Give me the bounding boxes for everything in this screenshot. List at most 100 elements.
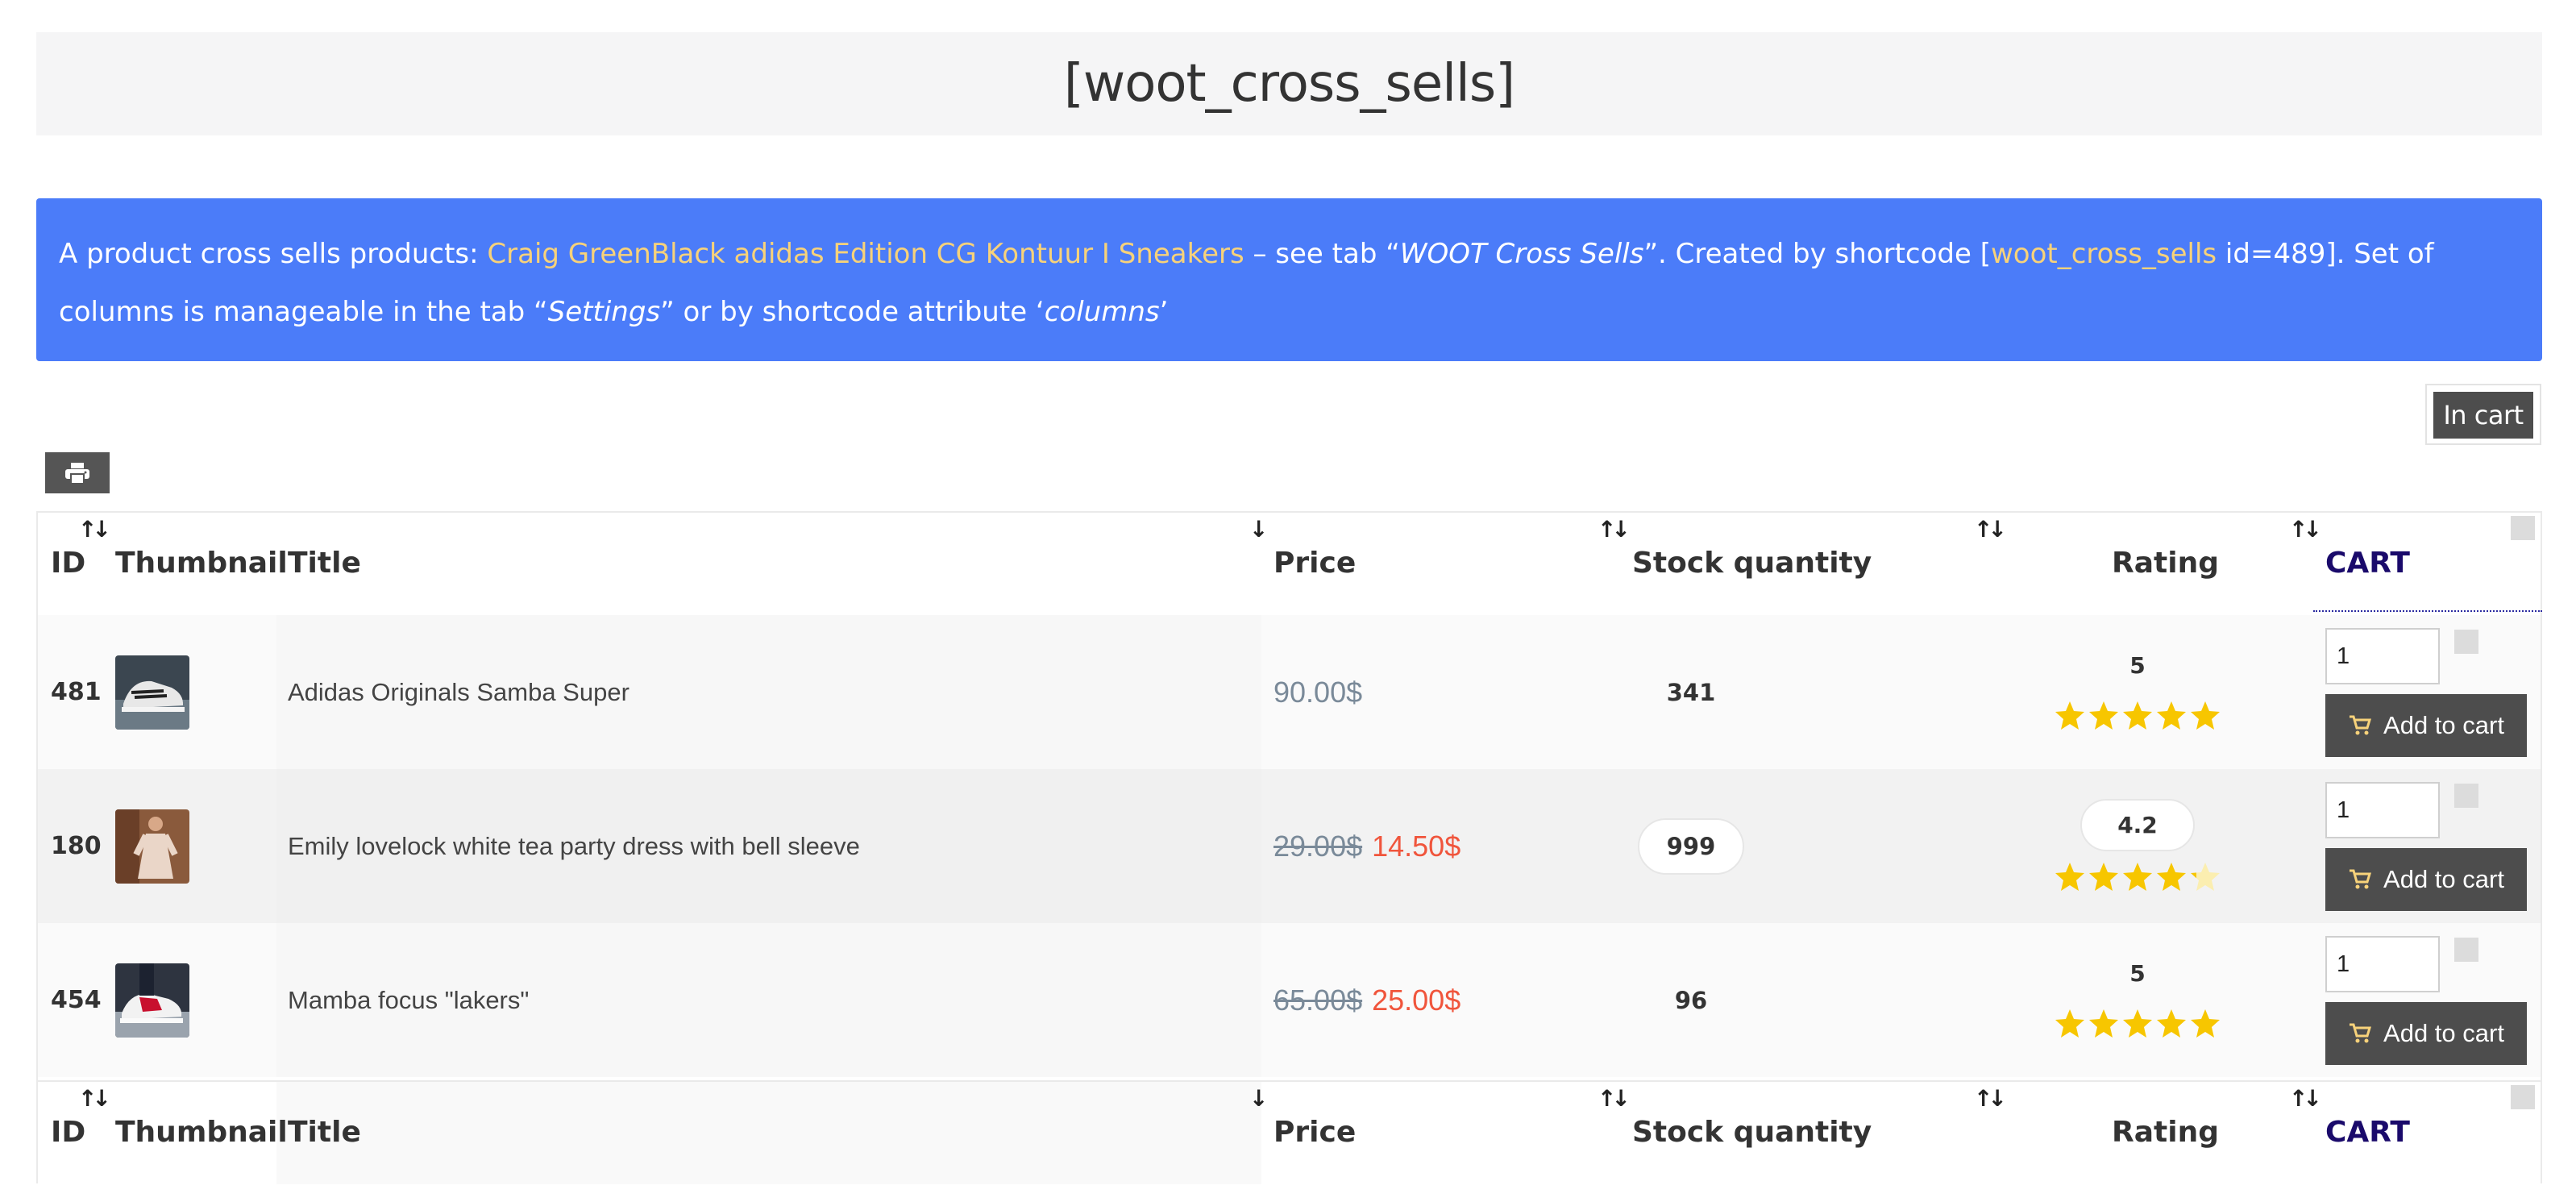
col-stock[interactable]: Stock quantity [1632,1116,1872,1149]
star-icon [2089,1009,2118,1038]
title-column-bg [276,513,1261,615]
product-price: 65.00$ 25.00$ [1273,923,1460,1077]
sort-price-icon[interactable]: ↑↓ [1598,516,1631,543]
stock-value: 341 [1666,678,1716,706]
table-header: ↑↓ ↓ ↑↓ ↑↓ ↑↓ ID Thumbnail Title Price S… [38,513,2542,617]
star-icon [2191,701,2220,730]
product-id: 454 [51,986,102,1014]
sort-stock-icon[interactable]: ↑↓ [1974,1085,2007,1112]
col-stock[interactable]: Stock quantity [1632,547,1872,580]
sale-price: 25.00$ [1372,983,1461,1017]
star-icon [2157,701,2186,730]
cart-cell: 1 Add to cart [2325,923,2535,1077]
product-title[interactable]: Emily lovelock white tea party dress wit… [288,769,860,923]
col-id[interactable]: ID [51,1116,85,1149]
product-thumbnail[interactable] [115,615,189,769]
cart-icon [2350,869,2372,889]
star-icon [2055,1009,2084,1038]
sort-stock-icon[interactable]: ↑↓ [1974,516,2007,543]
product-rating: 4.2 [2055,769,2220,923]
cart-icon [2350,1023,2372,1043]
sneaker-photo-icon [115,655,189,730]
cart-cell: 1 Add to cart [2325,615,2535,769]
col-thumbnail: Thumbnail [115,1116,288,1149]
sort-title-icon[interactable]: ↓ [1249,516,1269,543]
page-title-bar: [woot_cross_sells] [36,32,2542,135]
star-icon [2055,701,2084,730]
rating-value: 4.2 [2080,799,2195,851]
product-price: 90.00$ [1273,615,1362,769]
stock-quantity: 341 [1630,615,1752,769]
stock-value: 999 [1637,817,1745,875]
table-footer-header: ↑↓ ↓ ↑↓ ↑↓ ↑↓ ID Thumbnail Title Price S… [38,1080,2541,1184]
col-rating[interactable]: Rating [2112,547,2219,580]
star-icon [2191,863,2220,891]
col-title[interactable]: Title [288,1116,361,1149]
row-checkbox[interactable] [2454,784,2478,808]
rating-value: 5 [2129,960,2146,987]
settings-tab-name: Settings [547,296,661,328]
dress-photo-icon [115,809,189,884]
page-title: [woot_cross_sells] [1063,54,1515,114]
shortcode-link[interactable]: woot_cross_sells [1991,238,2217,270]
sort-rating-icon[interactable]: ↑↓ [2289,1085,2322,1112]
star-icon [2191,1009,2220,1038]
sale-price: 14.50$ [1372,829,1461,863]
star-icon [2089,701,2118,730]
table-row: 180 Emily lovelock white tea party dress… [38,769,2541,923]
col-thumbnail: Thumbnail [115,547,288,580]
add-to-cart-label: Add to cart [2383,711,2504,739]
quantity-input[interactable]: 1 [2325,782,2440,838]
col-id[interactable]: ID [51,547,85,580]
sort-price-icon[interactable]: ↑↓ [1598,1085,1631,1112]
table-row: 454 Mamba focus "lakers" 65.00$ 25.00$ 9… [38,923,2541,1077]
printer-icon [65,462,89,485]
row-checkbox[interactable] [2454,630,2478,654]
quantity-input[interactable]: 1 [2325,936,2440,992]
print-button[interactable] [45,452,110,493]
rating-stars [2054,1008,2221,1040]
col-cart: CART [2325,1116,2410,1149]
in-cart-button[interactable]: In cart [2433,392,2533,439]
product-thumbnail[interactable] [115,769,189,923]
old-price: 65.00$ [1273,983,1363,1017]
star-icon [2123,701,2152,730]
add-to-cart-button[interactable]: Add to cart [2325,848,2527,911]
product-id: 481 [51,678,102,706]
product-id: 180 [51,832,102,860]
sort-title-icon[interactable]: ↓ [1249,1085,1269,1112]
title-column-bg [276,1082,1261,1184]
star-icon [2055,863,2084,891]
add-to-cart-button[interactable]: Add to cart [2325,1002,2527,1065]
product-thumbnail[interactable] [115,923,189,1077]
sort-id-icon[interactable]: ↑↓ [78,516,111,543]
star-icon [2157,1009,2186,1038]
add-to-cart-button[interactable]: Add to cart [2325,694,2527,757]
col-price[interactable]: Price [1273,1116,1356,1149]
products-table: ↑↓ ↓ ↑↓ ↑↓ ↑↓ ID Thumbnail Title Price S… [36,511,2542,1184]
product-link[interactable]: Craig GreenBlack adidas Edition CG Kontu… [487,238,1244,270]
in-cart-wrapper: In cart [2425,384,2541,445]
table-row: 481 Adidas Originals Samba Super 90.00$ … [38,615,2541,769]
sort-rating-icon[interactable]: ↑↓ [2289,516,2322,543]
info-text: ’ [1159,296,1169,328]
product-title[interactable]: Mamba focus "lakers" [288,923,529,1077]
info-text: ” or by shortcode attribute ‘ [660,296,1045,328]
info-text: – see tab “ [1244,238,1400,270]
col-price[interactable]: Price [1273,547,1356,580]
product-title[interactable]: Adidas Originals Samba Super [288,615,629,769]
rating-stars [2054,700,2221,732]
sort-id-icon[interactable]: ↑↓ [78,1085,111,1112]
select-all-checkbox[interactable] [2511,516,2535,540]
col-rating[interactable]: Rating [2112,1116,2219,1149]
cart-cell: 1 Add to cart [2325,769,2535,923]
col-title[interactable]: Title [288,547,361,580]
add-to-cart-label: Add to cart [2383,865,2504,893]
star-icon [2157,863,2186,891]
row-checkbox[interactable] [2454,938,2478,962]
quantity-input[interactable]: 1 [2325,628,2440,684]
stock-quantity: 999 [1630,769,1752,923]
select-all-checkbox[interactable] [2511,1085,2535,1109]
rating-stars [2054,861,2221,893]
product-rating: 5 [2055,615,2220,769]
